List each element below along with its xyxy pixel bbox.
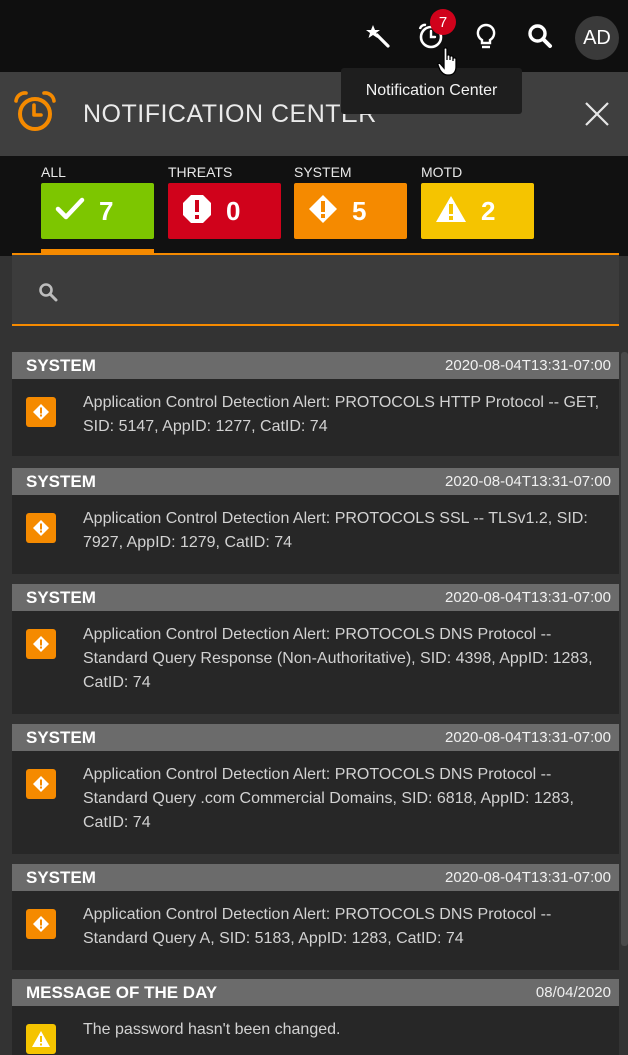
filter-count: 7 bbox=[99, 195, 114, 226]
notification-item[interactable]: SYSTEM 2020-08-04T13:31-07:00 Applicatio… bbox=[12, 864, 619, 970]
scrollbar[interactable] bbox=[621, 352, 628, 946]
lightbulb-icon[interactable] bbox=[468, 18, 504, 54]
notification-center-header: NOTIFICATION CENTER bbox=[0, 72, 628, 156]
warning-triangle-icon bbox=[26, 1024, 56, 1054]
warning-triangle-icon bbox=[435, 195, 467, 228]
notification-text: The password hasn't been changed. bbox=[83, 1021, 341, 1038]
filter-label: ALL bbox=[41, 164, 66, 180]
notification-category: SYSTEM bbox=[26, 471, 96, 491]
notification-time: 2020-08-04T13:31-07:00 bbox=[445, 357, 611, 374]
filter-label: THREATS bbox=[168, 164, 233, 180]
notification-header: SYSTEM 2020-08-04T13:31-07:00 bbox=[12, 352, 619, 379]
filter-count: 2 bbox=[481, 195, 496, 226]
filter-threats-chip[interactable]: 0 bbox=[168, 183, 281, 239]
notification-header: SYSTEM 2020-08-04T13:31-07:00 bbox=[12, 584, 619, 611]
notification-category: SYSTEM bbox=[26, 355, 96, 375]
notification-text: Application Control Detection Alert: PRO… bbox=[83, 394, 600, 435]
notification-text: Application Control Detection Alert: PRO… bbox=[83, 906, 552, 947]
notification-time: 2020-08-04T13:31-07:00 bbox=[445, 589, 611, 606]
alert-diamond-icon bbox=[308, 194, 338, 229]
notification-item[interactable]: MESSAGE OF THE DAY 08/04/2020 The passwo… bbox=[12, 979, 619, 1055]
notification-text: Application Control Detection Alert: PRO… bbox=[83, 510, 588, 551]
notification-category: MESSAGE OF THE DAY bbox=[26, 982, 218, 1002]
notification-item[interactable]: SYSTEM 2020-08-04T13:31-07:00 Applicatio… bbox=[12, 724, 619, 854]
alert-diamond-icon bbox=[26, 769, 56, 799]
alert-octagon-icon bbox=[182, 194, 212, 229]
hand-cursor-icon bbox=[437, 47, 463, 82]
filter-bar: ALL 7 THREATS 0 SYSTEM 5 MOTD 2 bbox=[0, 156, 628, 256]
filter-system-chip[interactable]: 5 bbox=[294, 183, 407, 239]
notification-item[interactable]: SYSTEM 2020-08-04T13:31-07:00 Applicatio… bbox=[12, 468, 619, 574]
search-input[interactable] bbox=[72, 273, 592, 307]
filter-label: SYSTEM bbox=[294, 164, 352, 180]
notification-text: Application Control Detection Alert: PRO… bbox=[83, 766, 574, 831]
panel-title: NOTIFICATION CENTER bbox=[83, 100, 377, 128]
tooltip: Notification Center bbox=[341, 68, 522, 114]
notification-item[interactable]: SYSTEM 2020-08-04T13:31-07:00 Applicatio… bbox=[12, 352, 619, 456]
filter-all-chip[interactable]: 7 bbox=[41, 183, 154, 239]
filter-motd-chip[interactable]: 2 bbox=[421, 183, 534, 239]
notification-category: SYSTEM bbox=[26, 587, 96, 607]
filter-count: 5 bbox=[352, 195, 367, 226]
notification-header: SYSTEM 2020-08-04T13:31-07:00 bbox=[12, 724, 619, 751]
alert-diamond-icon bbox=[26, 629, 56, 659]
notification-count-badge: 7 bbox=[430, 9, 456, 35]
notification-header: MESSAGE OF THE DAY 08/04/2020 bbox=[12, 979, 619, 1006]
filter-count: 0 bbox=[226, 195, 241, 226]
notification-item[interactable]: SYSTEM 2020-08-04T13:31-07:00 Applicatio… bbox=[12, 584, 619, 714]
top-bar: 7 AD bbox=[0, 0, 628, 72]
user-avatar[interactable]: AD bbox=[575, 16, 619, 60]
filter-label: MOTD bbox=[421, 164, 463, 180]
close-icon[interactable] bbox=[584, 101, 610, 132]
notification-time: 2020-08-04T13:31-07:00 bbox=[445, 729, 611, 746]
notification-time: 2020-08-04T13:31-07:00 bbox=[445, 473, 611, 490]
search-icon bbox=[38, 282, 58, 307]
check-icon bbox=[55, 196, 85, 227]
search-box[interactable] bbox=[12, 253, 619, 326]
magic-wand-icon[interactable] bbox=[360, 18, 396, 54]
notification-header: SYSTEM 2020-08-04T13:31-07:00 bbox=[12, 468, 619, 495]
notification-time: 08/04/2020 bbox=[535, 984, 611, 1001]
notification-header: SYSTEM 2020-08-04T13:31-07:00 bbox=[12, 864, 619, 891]
notification-category: SYSTEM bbox=[26, 727, 96, 747]
search-icon[interactable] bbox=[522, 18, 558, 54]
alert-diamond-icon bbox=[26, 513, 56, 543]
alert-diamond-icon bbox=[26, 909, 56, 939]
alarm-clock-icon bbox=[12, 89, 58, 140]
alert-diamond-icon bbox=[26, 397, 56, 427]
notification-text: Application Control Detection Alert: PRO… bbox=[83, 626, 593, 691]
notification-category: SYSTEM bbox=[26, 867, 96, 887]
notification-time: 2020-08-04T13:31-07:00 bbox=[445, 869, 611, 886]
